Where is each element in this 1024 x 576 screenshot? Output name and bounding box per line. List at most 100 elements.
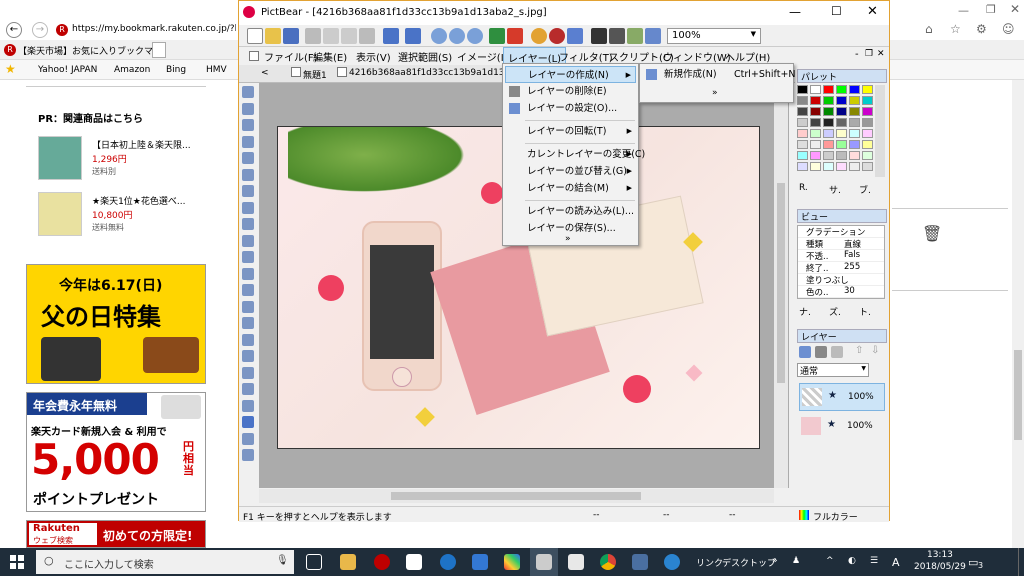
zoom-out-icon[interactable] [449,28,465,44]
palette-swatch[interactable] [862,107,873,116]
browser-minimize-button[interactable]: — [958,4,969,17]
palette-tab[interactable]: ブ. [859,183,871,196]
rectangle-tool-icon[interactable] [242,366,254,379]
microphone-icon[interactable]: 🎙 [276,555,289,566]
browser-close-button[interactable]: ✕ [1010,2,1020,16]
palette-swatch[interactable] [836,129,847,138]
fav-amazon[interactable]: Amazon [114,65,150,75]
layer-row[interactable]: ★ 100% [799,383,885,411]
redo-icon[interactable] [405,28,421,44]
palette-swatch[interactable] [810,96,821,105]
palette-swatch[interactable] [849,162,860,171]
palette-swatch[interactable] [797,96,808,105]
star-icon[interactable]: ☆ [950,22,961,36]
crop-icon[interactable] [359,28,375,44]
palette-swatch[interactable] [823,96,834,105]
view2-icon[interactable] [609,28,625,44]
product-item[interactable]: ★楽天1位★花色選べ... 10,800円 送料無料 [38,192,198,238]
palette-swatch[interactable] [797,129,808,138]
palette-swatch[interactable] [849,85,860,94]
hand-tool-icon[interactable] [242,86,254,98]
palette-swatch[interactable] [836,162,847,171]
toolbar-links[interactable]: リンク [696,556,723,569]
notification-icon[interactable]: ▭ [968,556,978,569]
palette-swatch[interactable] [797,107,808,116]
palette-swatch[interactable] [836,151,847,160]
menu-file[interactable]: ファイル(F) [264,49,318,64]
shape-tool-icon[interactable] [242,399,254,412]
undo-icon[interactable] [383,28,399,44]
home-icon[interactable]: ⌂ [925,22,933,36]
mdi-restore[interactable]: ❐ [865,49,873,59]
smiley-icon[interactable]: ☺ [1002,22,1015,36]
canvas-vscroll[interactable] [774,83,788,488]
palette-swatch[interactable] [797,140,808,149]
product-title[interactable]: 【日本初上陸＆楽天限... [92,138,202,151]
menu-selection[interactable]: 選択範囲(S) [398,49,452,64]
menu-image[interactable]: イメージ(I) [457,49,508,64]
network-icon[interactable]: ☰ [870,556,878,566]
property-row[interactable]: 不透.. Fals [798,250,884,262]
palette-swatch[interactable] [862,96,873,105]
browser-restore-button[interactable]: ❐ [986,3,996,16]
fathers-day-banner[interactable]: 今年は6.17(日) 父の日特集 [26,264,206,384]
menu-item-merge[interactable]: レイヤーの結合(M) ▶ [505,180,636,197]
palette-swatch[interactable] [797,118,808,127]
zoom-fit-icon[interactable] [467,28,483,44]
menu-item-create-layer[interactable]: レイヤーの作成(N) ▶ [505,66,636,83]
palette-swatch[interactable] [810,85,821,94]
new-file-icon[interactable] [247,28,263,44]
people-icon[interactable]: ♟ [792,556,800,566]
menu-expand-chevron[interactable]: » [565,234,571,244]
lasso-tool-icon[interactable] [242,152,254,164]
palette-swatch[interactable] [849,118,860,127]
palette-swatch[interactable] [836,107,847,116]
palette-swatch[interactable] [810,151,821,160]
close-button[interactable]: ✕ [867,4,878,19]
magic-wand-tool-icon[interactable] [242,168,254,181]
amazon-app-icon[interactable] [406,554,422,570]
fav-hmv[interactable]: HMV [206,65,227,75]
trash-icon[interactable]: 🗑 [922,224,942,243]
palette-swatch[interactable] [823,140,834,149]
palette-swatch[interactable] [836,85,847,94]
rect-select-tool-icon[interactable] [242,135,254,148]
menu-item-reorder[interactable]: レイヤーの並び替え(G) ▶ [505,163,636,180]
palette-scroll[interactable] [875,85,885,177]
mdi-minimize[interactable]: - [855,49,859,60]
menu-window[interactable]: ウィンドウ(W) [663,49,731,64]
layer-up-icon[interactable]: ⇧ [855,345,863,356]
palette-swatch[interactable] [862,85,873,94]
fill-circle-tool-icon[interactable] [242,432,254,445]
palette-swatch[interactable] [849,129,860,138]
product-title[interactable]: ★楽天1位★花色選べ... [92,194,202,207]
clock[interactable]: 13:13 2018/05/29 [914,549,966,573]
palette-swatch[interactable] [810,162,821,171]
palette-grid[interactable] [797,85,877,177]
layers-icon[interactable] [567,28,583,44]
palette-icon[interactable] [531,28,547,44]
palette-swatch[interactable] [849,96,860,105]
view-tab[interactable]: ズ. [829,305,841,318]
palette-swatch[interactable] [810,140,821,149]
mdi-close[interactable]: ✕ [877,49,885,59]
toolbar-chevron[interactable]: » [772,556,778,566]
palette-swatch[interactable] [797,85,808,94]
ime-indicator[interactable]: A [892,556,900,569]
fav-yahoo[interactable]: Yahoo! JAPAN [38,65,97,75]
view3-icon[interactable] [627,28,643,44]
layer-visible-icon[interactable]: ★ [828,390,837,401]
app2-task-icon[interactable] [632,554,648,570]
toolbar-desktop[interactable]: デスクトップ [722,556,776,569]
menu-view[interactable]: 表示(V) [356,49,391,64]
url-field[interactable]: https://my.bookmark.rakuten.co.jp/?l-id=… [72,24,236,34]
ie-icon[interactable] [664,554,680,570]
palette-swatch[interactable] [797,162,808,171]
view-tab[interactable]: ナ. [799,305,811,318]
doc-icon[interactable] [249,51,259,61]
layer-row[interactable]: ★ 100% [799,413,885,441]
palette-swatch[interactable] [836,118,847,127]
property-row[interactable]: 色の.. 30 [798,286,884,298]
new-layer-icon[interactable] [799,346,811,358]
show-desktop[interactable] [1018,548,1024,576]
